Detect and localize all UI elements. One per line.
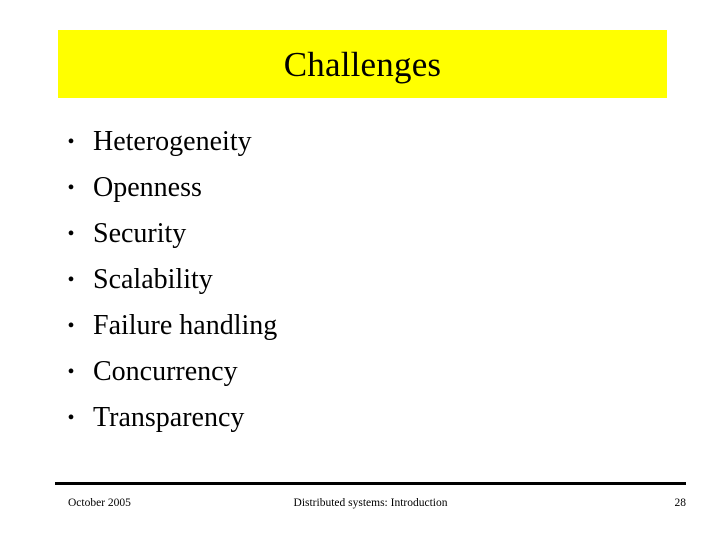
slide: Challenges • Heterogeneity • Openness • …	[0, 0, 720, 540]
list-item-label: Failure handling	[93, 310, 278, 341]
bullet-list: • Heterogeneity • Openness • Security • …	[58, 119, 658, 441]
title-banner: Challenges	[58, 30, 667, 98]
list-item-label: Security	[93, 218, 187, 249]
list-item: • Scalability	[58, 257, 658, 303]
list-item: • Failure handling	[58, 303, 658, 349]
list-item: • Heterogeneity	[58, 119, 658, 165]
footer: October 2005 Distributed systems: Introd…	[55, 494, 686, 514]
bullet-point-icon: •	[67, 315, 75, 337]
footer-page-number: 28	[674, 497, 687, 509]
list-item-label: Heterogeneity	[93, 126, 252, 157]
list-item: • Concurrency	[58, 349, 658, 395]
bullet-point-icon: •	[67, 223, 75, 245]
page-title: Challenges	[283, 44, 442, 84]
list-item: • Openness	[58, 165, 658, 211]
list-item: • Security	[58, 211, 658, 257]
footer-title: Distributed systems: Introduction	[293, 497, 448, 509]
footer-divider	[55, 482, 686, 485]
list-item: • Transparency	[58, 395, 658, 441]
bullet-point-icon: •	[67, 407, 75, 429]
list-item-label: Openness	[93, 172, 202, 203]
list-item-label: Scalability	[93, 264, 213, 295]
bullet-point-icon: •	[67, 131, 75, 153]
list-item-label: Concurrency	[93, 356, 238, 387]
bullet-point-icon: •	[67, 361, 75, 383]
bullet-point-icon: •	[67, 269, 75, 291]
list-item-label: Transparency	[93, 402, 245, 433]
bullet-point-icon: •	[67, 177, 75, 199]
